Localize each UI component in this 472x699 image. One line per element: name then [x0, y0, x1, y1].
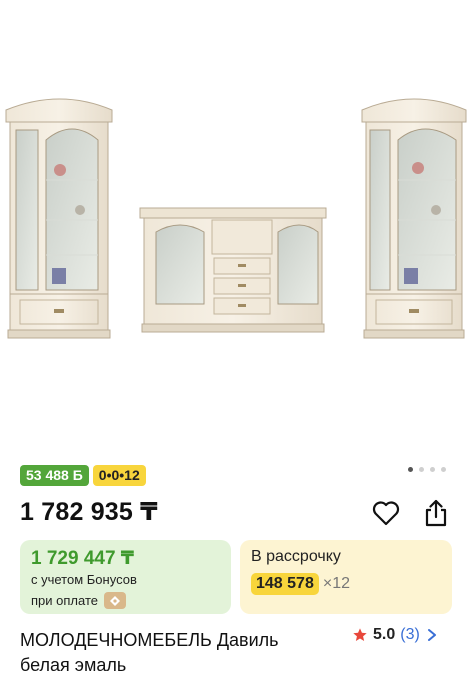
gallery-pagination[interactable] — [408, 467, 446, 472]
star-icon — [353, 628, 367, 641]
gallery-dot-4[interactable] — [441, 467, 446, 472]
payment-logo-icon — [103, 592, 126, 609]
product-image — [5, 98, 467, 339]
rating-score: 5.0 — [373, 626, 396, 643]
bonus-payment-caption: при оплате — [31, 592, 126, 609]
favorite-button[interactable] — [369, 496, 403, 530]
gallery-dot-3[interactable] — [430, 467, 435, 472]
product-title: МОЛОДЕЧНОМЕБЕЛЬ Давиль белая эмаль — [20, 628, 340, 678]
bonus-payment-text: при оплате — [31, 593, 98, 608]
bonus-price-card[interactable]: 1 729 447 ₸ с учетом Бонусов при оплате — [20, 540, 231, 614]
share-icon — [425, 499, 447, 527]
installment-amount: 148 578 — [251, 573, 319, 595]
installment-title: В рассрочку — [251, 548, 341, 565]
left-vitrine — [5, 98, 113, 339]
installment-amount-row: 148 578 ×12 — [251, 573, 350, 595]
bonus-badge: 53 488 Б — [20, 465, 89, 486]
product-image-gallery[interactable] — [0, 0, 472, 455]
installment-multiplier: ×12 — [322, 575, 350, 592]
promo-badges: 53 488 Б 0•0•12 — [20, 465, 146, 486]
product-title-line-2: белая эмаль — [20, 655, 127, 675]
rating-link[interactable]: 5.0 (3) — [352, 626, 437, 644]
bonus-price-caption: с учетом Бонусов — [31, 572, 137, 587]
product-price: 1 782 935 ₸ — [20, 498, 158, 526]
product-title-line-1: МОЛОДЕЧНОМЕБЕЛЬ Давиль — [20, 630, 279, 650]
review-count[interactable]: (3) — [400, 626, 420, 644]
chevron-right-icon — [427, 629, 436, 641]
gallery-dot-2[interactable] — [419, 467, 424, 472]
share-button[interactable] — [419, 496, 453, 530]
right-vitrine — [361, 98, 467, 339]
bonus-price: 1 729 447 ₸ — [31, 548, 135, 569]
gallery-dot-1[interactable] — [408, 467, 413, 472]
installment-badge: 0•0•12 — [92, 465, 146, 486]
heart-icon — [372, 501, 400, 526]
installment-card[interactable]: В рассрочку 148 578 ×12 — [240, 540, 452, 614]
center-sideboard — [139, 207, 327, 333]
